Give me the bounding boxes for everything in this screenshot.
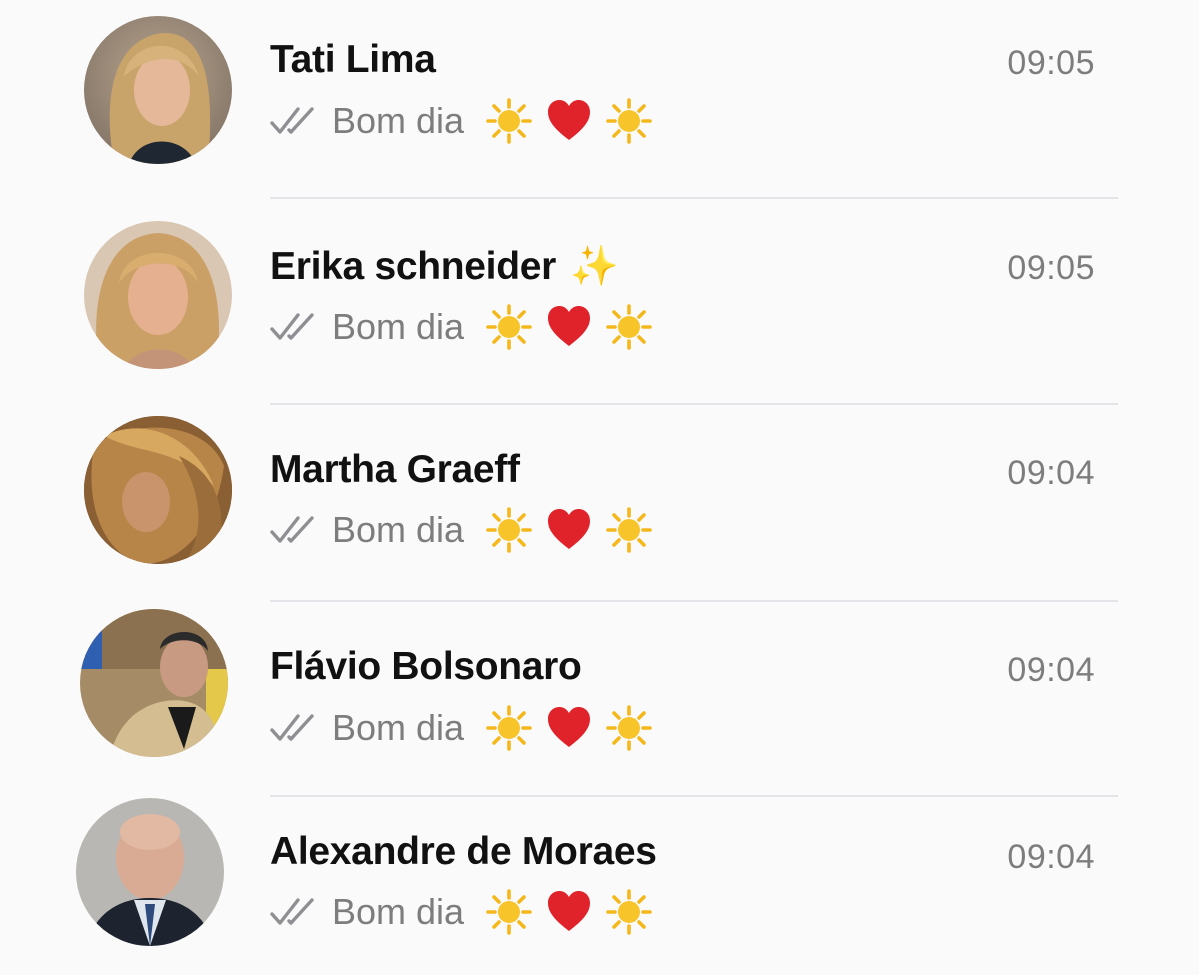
contact-name: Flávio Bolsonaro [270, 645, 582, 688]
message-text: Bom dia [332, 707, 465, 748]
double-check-icon [270, 312, 316, 342]
sun-icon [606, 98, 652, 144]
red-heart-icon [546, 98, 592, 144]
double-check-icon [270, 897, 316, 927]
message-time: 09:05 [1007, 249, 1095, 287]
divider [270, 403, 1118, 405]
chat-row-alexandre-de-moraes[interactable]: Alexandre de Moraes 09:04 Bom dia [0, 796, 1199, 966]
red-heart-icon [546, 889, 592, 935]
sun-icon [486, 304, 532, 350]
contact-name: Tati Lima [270, 38, 436, 81]
red-heart-icon [546, 507, 592, 553]
message-text: Bom dia [332, 306, 465, 347]
message-time: 09:04 [1007, 454, 1095, 492]
double-check-icon [270, 713, 316, 743]
sun-icon [486, 889, 532, 935]
red-heart-icon [546, 705, 592, 751]
chat-row-erika-schneider[interactable]: Erika schneider ✨ 09:05 Bom dia [0, 215, 1199, 385]
contact-name: Martha Graeff [270, 448, 520, 491]
man-bald-suit-avatar [76, 798, 224, 946]
message-preview: Bom dia [270, 889, 652, 935]
message-time: 09:04 [1007, 838, 1095, 876]
sun-icon [606, 889, 652, 935]
sun-icon [606, 705, 652, 751]
sun-icon [606, 304, 652, 350]
message-preview: Bom dia [270, 98, 652, 144]
double-check-icon [270, 515, 316, 545]
message-text: Bom dia [332, 509, 465, 550]
chat-row-flavio-bolsonaro[interactable]: Flávio Bolsonaro 09:04 Bom dia [0, 605, 1199, 775]
contact-name: Alexandre de Moraes [270, 830, 657, 873]
message-text: Bom dia [332, 100, 465, 141]
message-time: 09:04 [1007, 651, 1095, 689]
man-tan-jacket-avatar [80, 609, 228, 757]
double-check-icon [270, 106, 316, 136]
sun-icon [486, 705, 532, 751]
sparkles-icon: ✨ [569, 245, 619, 288]
message-preview: Bom dia [270, 507, 652, 553]
sun-icon [486, 507, 532, 553]
divider [270, 197, 1118, 199]
contact-name: Erika schneider ✨ [270, 245, 619, 288]
divider [270, 600, 1118, 602]
message-text: Bom dia [332, 891, 465, 932]
sun-icon [486, 98, 532, 144]
woman-blonde-avatar [84, 16, 232, 164]
chat-row-martha-graeff[interactable]: Martha Graeff 09:04 Bom dia [0, 412, 1199, 582]
red-heart-icon [546, 304, 592, 350]
message-preview: Bom dia [270, 304, 652, 350]
chat-list: Tati Lima 09:05 Bom dia Erika schneider … [0, 0, 1199, 975]
message-preview: Bom dia [270, 705, 652, 751]
chat-row-tati-lima[interactable]: Tati Lima 09:05 Bom dia [0, 10, 1199, 180]
woman-blonde-avatar [84, 221, 232, 369]
woman-hair-avatar [84, 416, 232, 564]
message-time: 09:05 [1007, 44, 1095, 82]
sun-icon [606, 507, 652, 553]
